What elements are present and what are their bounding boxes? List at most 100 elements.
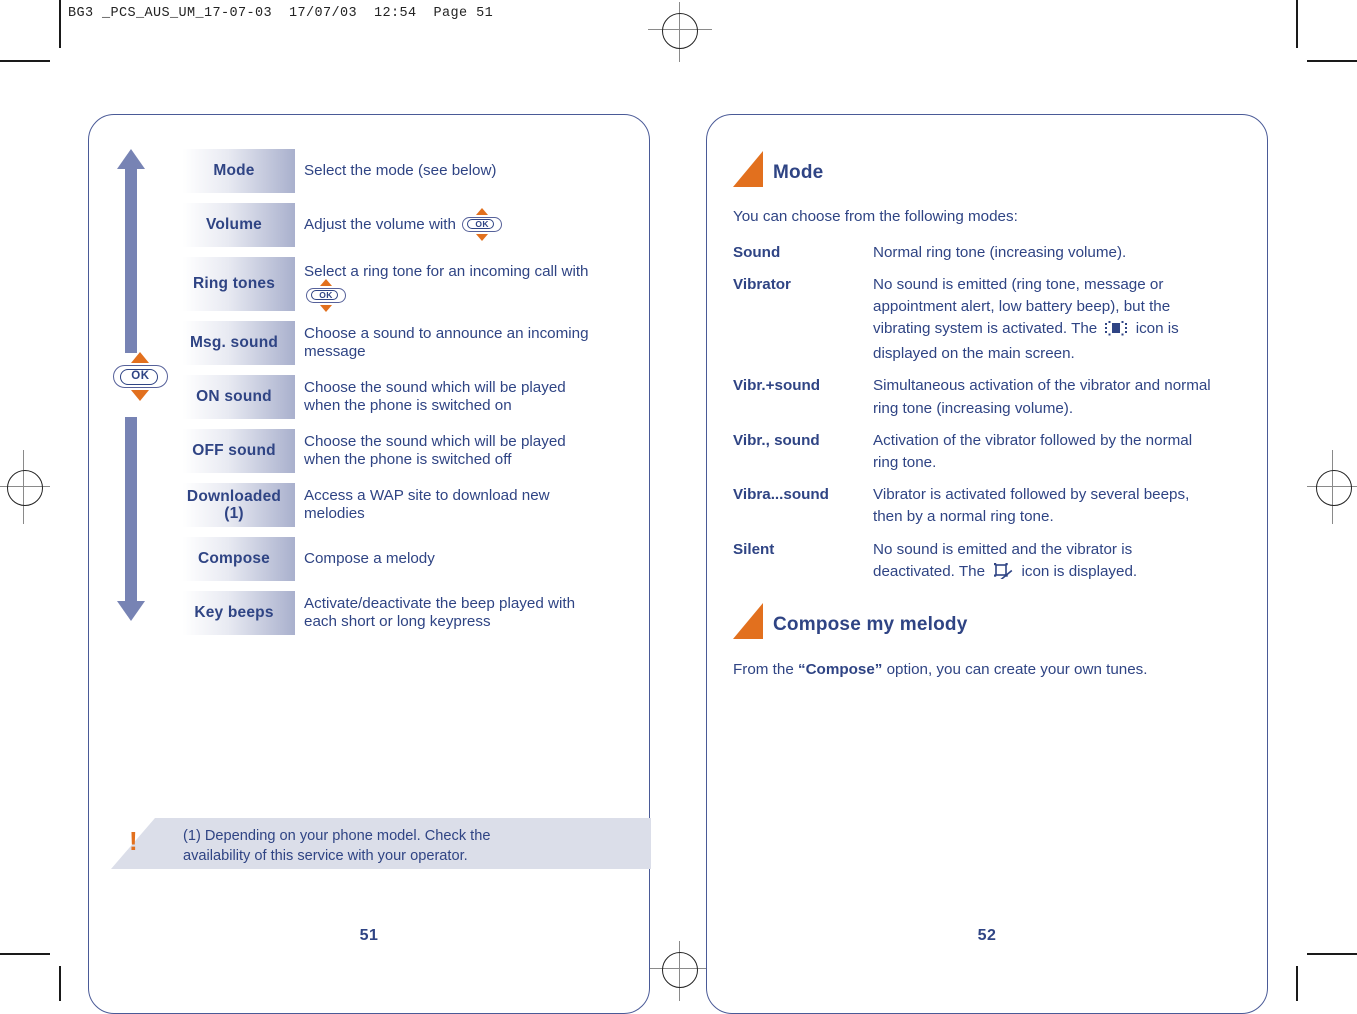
menu-desc-line: Choose a sound to announce an incoming: [304, 324, 589, 342]
menu-label-downloaded: Downloaded (1): [173, 483, 295, 527]
definition-line: then by a normal ring tone.: [873, 508, 1054, 526]
crop-mark-bottom-right-h: [1307, 953, 1357, 955]
menu-row-ring-tones[interactable]: Ring tones Select a ring tone for an inc…: [173, 257, 625, 312]
definition-text: deactivated. The: [873, 562, 990, 580]
crop-mark-bottom-left-h: [0, 953, 50, 955]
menu-desc-text: Adjust the volume with: [304, 215, 461, 233]
ok-key-down-arrow-icon: [320, 305, 332, 312]
registration-mark-top: [648, 2, 712, 62]
menu-desc-line: message: [304, 343, 366, 360]
navigation-arrow-column: OK: [113, 149, 168, 649]
definition-term-vibrator: Vibrator: [733, 275, 791, 293]
definition-term-sound: Sound: [733, 243, 781, 261]
definition-term-silent: Silent: [733, 540, 775, 558]
ok-key-up-arrow-icon: [476, 207, 489, 215]
ok-key-inline[interactable]: OK: [462, 207, 503, 241]
menu-row-on-sound[interactable]: ON sound Choose the sound which will be …: [173, 375, 625, 419]
footnote-line: (1) Depending on your phone model. Check…: [183, 828, 491, 844]
menu-desc-line: Activate/deactivate the beep played with: [304, 594, 576, 612]
arrow-down-head-icon: [117, 601, 145, 621]
definition-desc-vibrator: No sound is emitted (ring tone, message …: [873, 274, 1243, 366]
sound-settings-menu: Mode Select the mode (see below) Volume …: [173, 149, 625, 645]
menu-label-compose: Compose: [173, 537, 295, 581]
definition-term-vibr-sound: Vibr., sound: [733, 431, 820, 449]
definition-desc-vibr-plus-sound: Simultaneous activation of the vibrator …: [873, 375, 1243, 419]
crop-mark-top-left-h: [0, 60, 50, 62]
ok-key-down-arrow-icon: [476, 233, 489, 241]
section-mode: Mode You can choose from the following m…: [733, 151, 1243, 596]
menu-desc-line: when the phone is switched off: [304, 451, 512, 468]
definition-term-vibr-plus-sound: Vibr.+sound: [733, 377, 821, 395]
compose-body-suffix: option, you can create your own tunes.: [882, 661, 1148, 678]
menu-label-volume: Volume: [173, 203, 295, 247]
menu-row-off-sound[interactable]: OFF sound Choose the sound which will be…: [173, 429, 625, 473]
menu-label-mode: Mode: [173, 149, 295, 193]
definition-row-vibr-plus-sound: Vibr.+sound Simultaneous activation of t…: [733, 375, 1243, 419]
page-number-right: 52: [977, 927, 997, 944]
definition-line: Simultaneous activation of the vibrator …: [873, 377, 1211, 395]
page-left: OK Mode Select the mode (see below) Volu…: [88, 114, 651, 1014]
menu-row-key-beeps[interactable]: Key beeps Activate/deactivate the beep p…: [173, 591, 625, 635]
menu-desc-line: Choose the sound which will be played: [304, 378, 566, 396]
registration-mark-right: [1299, 450, 1357, 524]
silent-icon: [993, 562, 1013, 586]
vibrator-icon: [1105, 321, 1128, 343]
menu-row-downloaded[interactable]: Downloaded (1) Access a WAP site to down…: [173, 483, 625, 527]
menu-desc-line: Access a WAP site to download new: [304, 486, 550, 504]
menu-desc-ring-tones: Select a ring tone for an incoming call …: [295, 257, 625, 312]
menu-row-volume[interactable]: Volume Adjust the volume with OK: [173, 203, 625, 247]
compose-body-prefix: From the: [733, 661, 798, 678]
menu-row-compose[interactable]: Compose Compose a melody: [173, 537, 625, 581]
definition-line: Normal ring tone (increasing volume).: [873, 243, 1127, 261]
ok-key-large[interactable]: OK: [113, 352, 168, 401]
definition-text: vibrating system is activated. The: [873, 320, 1102, 338]
section-compose-title: Compose my melody: [773, 614, 968, 635]
menu-desc-text: Select a ring tone for an incoming call …: [304, 262, 589, 280]
definition-row-vibra-sound: Vibra...sound Vibrator is activated foll…: [733, 484, 1243, 528]
crop-mark-top-left-v: [59, 0, 61, 48]
menu-desc-compose: Compose a melody: [295, 537, 625, 581]
definition-row-silent: Silent No sound is emitted and the vibra…: [733, 539, 1243, 586]
definition-row-vibrator: Vibrator No sound is emitted (ring tone,…: [733, 274, 1243, 366]
menu-desc-line: melodies: [304, 505, 365, 522]
menu-desc-line: Adjust the volume with OK: [304, 207, 625, 241]
menu-row-mode[interactable]: Mode Select the mode (see below): [173, 149, 625, 193]
definition-desc-sound: Normal ring tone (increasing volume).: [873, 242, 1243, 264]
menu-desc-line: Select the mode (see below): [304, 161, 497, 179]
ok-key-label: OK: [475, 218, 489, 229]
definition-desc-vibra-sound: Vibrator is activated followed by severa…: [873, 484, 1243, 528]
menu-desc-downloaded: Access a WAP site to download new melodi…: [295, 483, 625, 527]
menu-label-on-sound: ON sound: [173, 375, 295, 419]
definition-line: displayed on the main screen.: [873, 345, 1075, 363]
menu-row-msg-sound[interactable]: Msg. sound Choose a sound to announce an…: [173, 321, 625, 365]
menu-desc-key-beeps: Activate/deactivate the beep played with…: [295, 591, 625, 635]
footnote-line: availability of this service with your o…: [183, 848, 468, 865]
menu-desc-line: each short or long keypress: [304, 613, 491, 630]
definition-line: No sound is emitted (ring tone, message …: [873, 275, 1164, 293]
ok-key-up-arrow-icon: [320, 279, 332, 286]
definition-line: appointment alert, low battery beep), bu…: [873, 297, 1171, 315]
menu-desc-line: Choose the sound which will be played: [304, 432, 566, 450]
section-mode-title: Mode: [773, 162, 824, 183]
arrow-up-head-icon: [117, 149, 145, 169]
footnote-text: (1) Depending on your phone model. Check…: [183, 826, 623, 867]
definition-row-vibr-sound: Vibr., sound Activation of the vibrator …: [733, 430, 1243, 474]
arrow-up-shaft: [125, 168, 137, 353]
ok-key-up-arrow-icon: [131, 352, 149, 363]
arrow-down-shaft: [125, 417, 137, 602]
definition-line: deactivated. The icon is displayed.: [873, 561, 1243, 586]
compose-option-name: “Compose”: [798, 661, 883, 678]
menu-desc-msg-sound: Choose a sound to announce an incoming m…: [295, 321, 625, 365]
menu-label-key-beeps: Key beeps: [173, 591, 295, 635]
section-mode-header: Mode: [733, 151, 1243, 187]
definition-row-sound: Sound Normal ring tone (increasing volum…: [733, 242, 1243, 264]
ok-key-label: OK: [319, 290, 333, 300]
definition-line: ring tone (increasing volume).: [873, 399, 1074, 417]
definition-term-vibra-sound: Vibra...sound: [733, 486, 829, 504]
menu-desc-line: Select a ring tone for an incoming call …: [304, 263, 625, 281]
page-number-left: 51: [359, 927, 379, 944]
ok-key-inline[interactable]: OK: [306, 279, 346, 312]
section-mode-intro: You can choose from the following modes:: [733, 208, 1018, 225]
menu-label-ring-tones: Ring tones: [173, 257, 295, 311]
registration-mark-left: [0, 450, 58, 524]
